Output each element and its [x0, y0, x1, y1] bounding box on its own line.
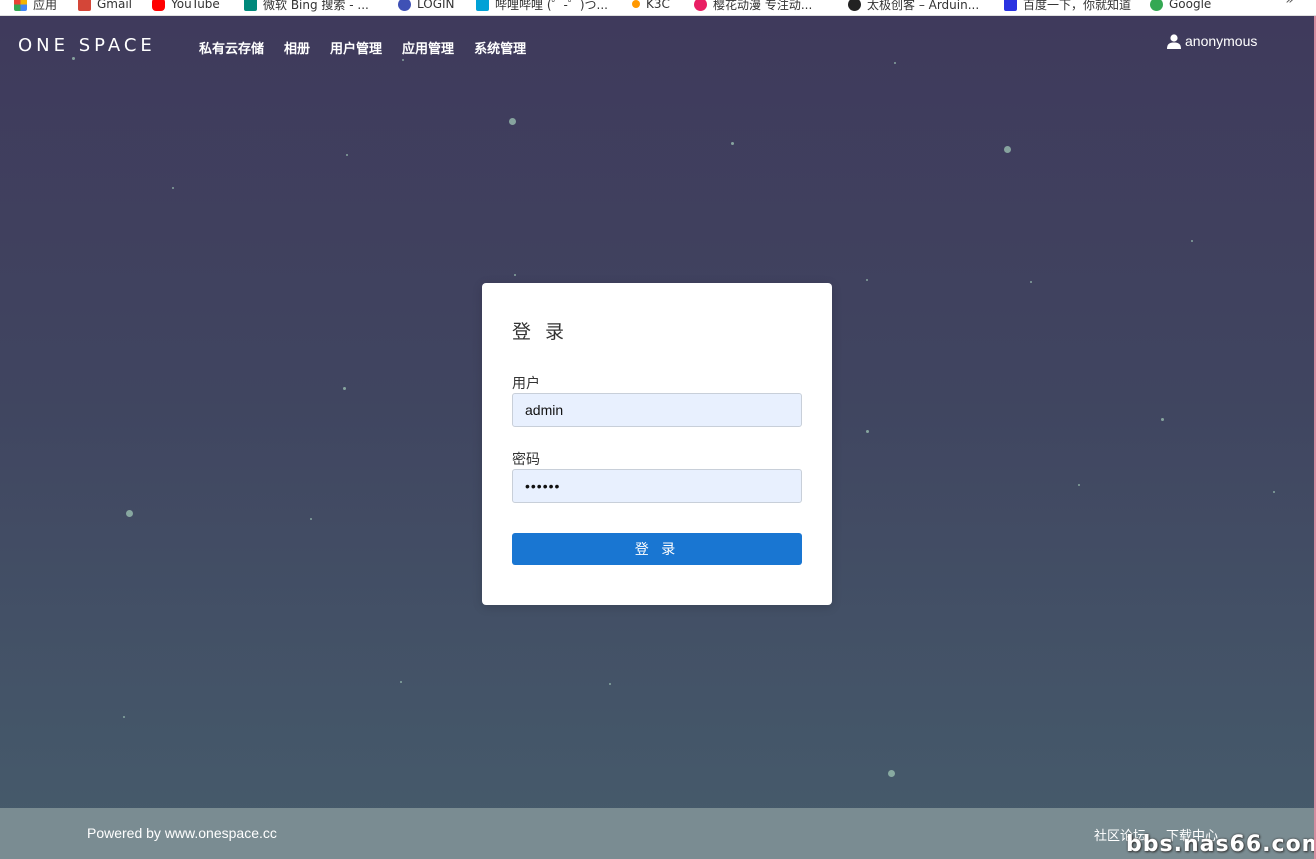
- login-button[interactable]: 登 录: [512, 533, 802, 565]
- nav-system-management[interactable]: 系统管理: [474, 38, 526, 57]
- login-icon: [398, 0, 411, 11]
- bookmark-gmail[interactable]: Gmail: [78, 0, 132, 14]
- user-icon: [1167, 33, 1181, 49]
- star: [343, 387, 346, 390]
- password-input[interactable]: [512, 469, 802, 503]
- username-label: anonymous: [1185, 33, 1258, 49]
- star: [866, 279, 868, 281]
- bookmark-bing[interactable]: 微软 Bing 搜索 - ...: [244, 0, 369, 14]
- bookmark-google[interactable]: Google: [1150, 0, 1211, 14]
- nav-user-management[interactable]: 用户管理: [330, 38, 382, 57]
- password-label: 密码: [512, 452, 540, 468]
- brand-logo[interactable]: ONE SPACE: [18, 35, 156, 56]
- gmail-icon: [78, 0, 91, 11]
- bookmark-apps[interactable]: 应用: [14, 0, 57, 14]
- star: [509, 118, 516, 125]
- username-label: 用户: [512, 376, 540, 392]
- bookmark-youtube[interactable]: YouTube: [152, 0, 220, 14]
- footer: Powered by www.onespace.cc 社区论坛 下载中心 bbs…: [0, 808, 1314, 859]
- nav-app-management[interactable]: 应用管理: [402, 38, 454, 57]
- star: [1161, 418, 1164, 421]
- bookmark-baidu[interactable]: 百度一下，你就知道: [1004, 0, 1131, 14]
- main-nav: 私有云存储 相册 用户管理 应用管理 系统管理: [199, 38, 526, 57]
- login-card: 登 录 用户 密码 登 录: [482, 283, 832, 605]
- star: [1078, 484, 1080, 486]
- bookmarks-bar: 应用 Gmail YouTube 微软 Bing 搜索 - ... LOGIN …: [0, 0, 1316, 16]
- k3c-icon: [632, 0, 640, 8]
- star: [346, 154, 348, 156]
- more-bookmarks-icon[interactable]: »: [1285, 0, 1294, 8]
- star: [1191, 240, 1193, 242]
- bookmark-taiji[interactable]: 太极创客 – Arduin...: [848, 0, 979, 14]
- bookmark-sakura[interactable]: 樱花动漫 专注动...: [694, 0, 812, 14]
- watermark: bbs.nas66.com: [1126, 832, 1316, 857]
- powered-by-text: Powered by www.onespace.cc: [87, 825, 277, 841]
- top-nav: ONE SPACE 私有云存储 相册 用户管理 应用管理 系统管理 anonym…: [0, 16, 1314, 76]
- star: [609, 683, 611, 685]
- google-icon: [1150, 0, 1163, 11]
- star: [123, 716, 125, 718]
- star: [126, 510, 133, 517]
- baidu-icon: [1004, 0, 1017, 11]
- star: [1273, 491, 1275, 493]
- star: [400, 681, 402, 683]
- bilibili-icon: [476, 0, 489, 11]
- bookmark-bilibili[interactable]: 哔哩哔哩 (゜-゜)つ...: [476, 0, 608, 14]
- sakura-icon: [694, 0, 707, 11]
- bing-icon: [244, 0, 257, 11]
- star: [172, 187, 174, 189]
- bookmark-k3c[interactable]: K3C: [632, 0, 670, 14]
- star: [866, 430, 869, 433]
- login-title: 登 录: [512, 321, 569, 343]
- bookmark-login[interactable]: LOGIN: [398, 0, 455, 14]
- star: [1030, 281, 1032, 283]
- star: [888, 770, 895, 777]
- user-menu[interactable]: anonymous: [1167, 33, 1257, 49]
- taiji-icon: [848, 0, 861, 11]
- star: [310, 518, 312, 520]
- nav-album[interactable]: 相册: [284, 38, 310, 57]
- star: [1004, 146, 1011, 153]
- star: [731, 142, 734, 145]
- app-background: ONE SPACE 私有云存储 相册 用户管理 应用管理 系统管理 anonym…: [0, 16, 1316, 859]
- username-input[interactable]: [512, 393, 802, 427]
- youtube-icon: [152, 0, 165, 11]
- star: [514, 274, 516, 276]
- nav-private-cloud[interactable]: 私有云存储: [199, 38, 264, 57]
- apps-grid-icon: [14, 0, 27, 11]
